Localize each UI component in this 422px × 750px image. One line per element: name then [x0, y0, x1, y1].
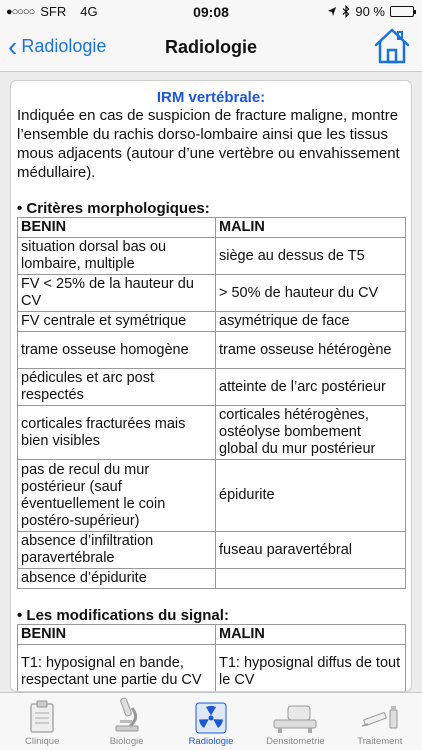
content-card[interactable]: IRM vertébrale: Indiquée en cas de suspi…	[10, 80, 412, 692]
malin-cell	[215, 568, 406, 589]
table-row: absence d’épidurite	[17, 568, 406, 589]
benin-cell: FV centrale et symétrique	[17, 311, 216, 332]
navigation-bar: ‹ Radiologie Radiologie	[0, 24, 422, 72]
benin-cell: corticales fracturées mais bien visibles	[17, 405, 216, 460]
table-row: FV centrale et symétrique asymétrique de…	[17, 311, 406, 332]
signal-modifications-table: BENIN MALIN T1: hyposignal en bande, res…	[17, 624, 406, 691]
malin-cell: siège au dessus de T5	[215, 237, 406, 275]
table-row: corticales fracturées mais bien visibles…	[17, 405, 406, 460]
malin-cell: corticales hétérogènes, ostéolyse bombem…	[215, 405, 406, 460]
benin-cell: trame osseuse homogène	[17, 331, 216, 369]
benin-cell: situation dorsal bas ou lombaire, multip…	[17, 237, 216, 275]
syringe-icon	[361, 706, 398, 729]
table-row: FV < 25% de la hauteur du CV > 50% de ha…	[17, 274, 406, 312]
column-header-malin: MALIN	[215, 217, 406, 238]
section-title: IRM vertébrale:	[156, 89, 266, 106]
table-row: T1: hyposignal en bande, respectant une …	[17, 644, 406, 691]
table-row: absence d’infiltration paravertébrale fu…	[17, 531, 406, 569]
tab-radiologie[interactable]: Radiologie	[169, 693, 253, 750]
table-header-row: BENIN MALIN	[17, 624, 406, 645]
table-header-row: BENIN MALIN	[17, 217, 406, 238]
table-row: pas de recul du mur postérieur (sauf éve…	[17, 459, 406, 532]
page-title: Radiologie	[164, 37, 257, 57]
benin-cell: T1: hyposignal en bande, respectant une …	[17, 644, 216, 691]
benin-cell: absence d’épidurite	[17, 568, 216, 589]
malin-cell: atteinte de l’arc postérieur	[215, 368, 406, 406]
malin-cell: fuseau paravertébral	[215, 531, 406, 569]
benin-cell: absence d’infiltration paravertébrale	[17, 531, 216, 569]
tab-clinique[interactable]: Clinique	[0, 693, 84, 750]
location-icon	[328, 7, 337, 16]
tab-bar: Clinique Biologie Radiologie Densitometr…	[0, 692, 422, 750]
tab-densitometrie[interactable]: Densitometrie	[253, 693, 337, 750]
status-bar: ●○○○○ SFR 4G 09:08 90 %	[0, 0, 422, 24]
table-row: trame osseuse homogène trame osseuse hét…	[17, 331, 406, 369]
tab-label: Traitement	[357, 736, 403, 747]
microscope-icon	[115, 697, 139, 732]
table-row: pédicules et arc post respectés atteinte…	[17, 368, 406, 406]
tab-label: Densitometrie	[266, 736, 325, 747]
tab-label: Radiologie	[188, 736, 234, 747]
column-header-benin: BENIN	[17, 624, 216, 645]
radiation-icon	[195, 702, 227, 734]
malin-cell: trame osseuse hétérogène	[215, 331, 406, 369]
benin-cell: FV < 25% de la hauteur du CV	[17, 274, 216, 312]
table-row: situation dorsal bas ou lombaire, multip…	[17, 237, 406, 275]
battery-percent: 90 %	[355, 4, 385, 19]
clipboard-icon	[30, 700, 54, 733]
column-header-benin: BENIN	[17, 217, 216, 238]
bluetooth-icon	[342, 5, 350, 18]
malin-cell: > 50% de hauteur du CV	[215, 274, 406, 312]
battery-icon	[390, 6, 416, 17]
scanner-icon	[273, 705, 317, 733]
column-header-malin: MALIN	[215, 624, 406, 645]
morphological-criteria-heading: • Critères morphologiques:	[17, 200, 210, 217]
morphological-criteria-table: BENIN MALIN situation dorsal bas ou lomb…	[17, 217, 406, 589]
tab-biologie[interactable]: Biologie	[84, 693, 168, 750]
benin-cell: pas de recul du mur postérieur (sauf éve…	[17, 459, 216, 532]
tab-label: Clinique	[25, 736, 60, 747]
tab-label: Biologie	[109, 736, 144, 747]
home-icon	[374, 28, 410, 64]
malin-cell: asymétrique de face	[215, 311, 406, 332]
malin-cell: épidurite	[215, 459, 406, 532]
status-right: 90 %	[327, 4, 416, 19]
benin-cell: pédicules et arc post respectés	[17, 368, 216, 406]
tab-traitement[interactable]: Traitement	[338, 693, 422, 750]
home-button[interactable]	[372, 26, 412, 66]
signal-modifications-heading: • Les modifications du signal:	[17, 607, 229, 624]
malin-cell: T1: hyposignal diffus de tout le CV	[215, 644, 406, 691]
intro-paragraph: Indiquée en cas de suspicion de fracture…	[17, 107, 400, 181]
